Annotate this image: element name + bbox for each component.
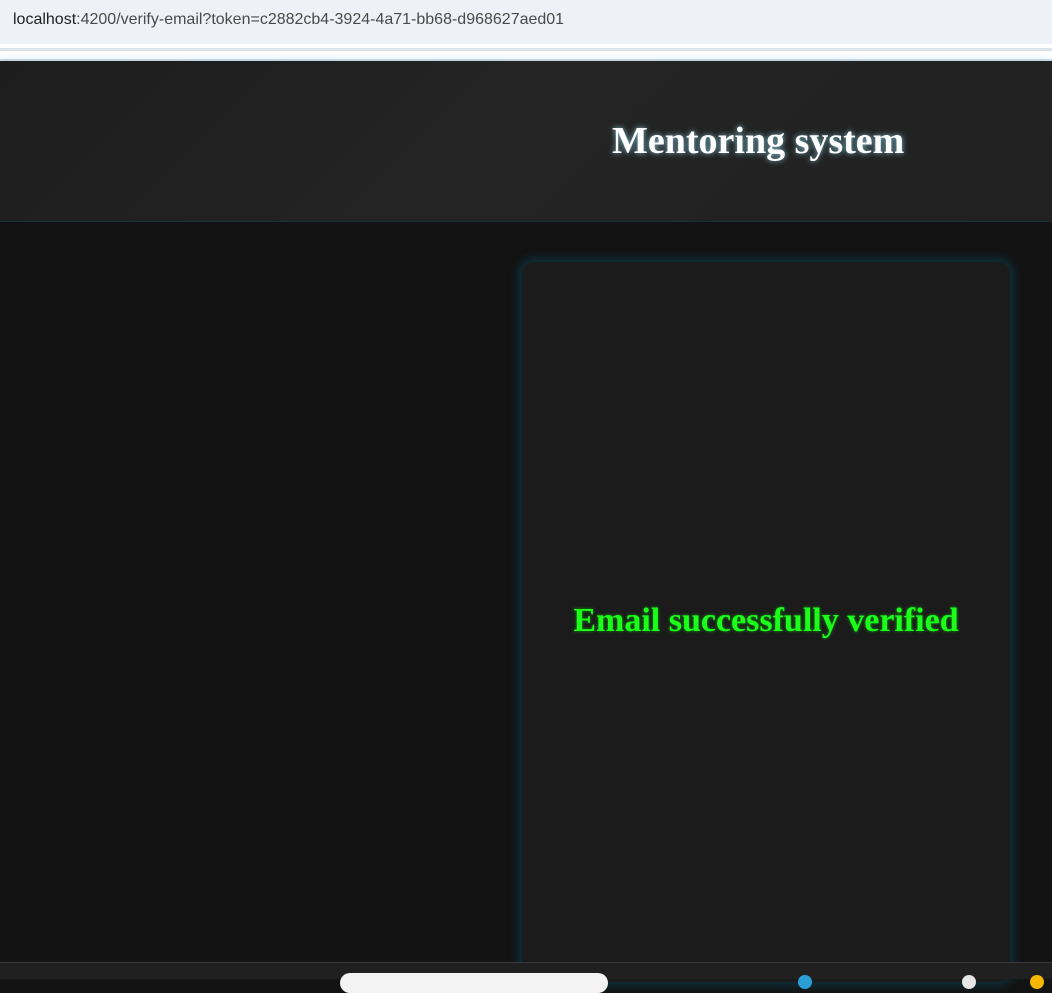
app-header: Mentoring system: [0, 61, 1052, 222]
weather-icon[interactable]: [962, 975, 976, 989]
browser-address-bar[interactable]: localhost:4200/verify-email?token=c2882c…: [0, 0, 1052, 44]
verification-message: Email successfully verified: [573, 602, 959, 639]
os-taskbar: [0, 962, 1052, 993]
url-host: localhost: [13, 11, 77, 28]
app-title: Mentoring system: [612, 120, 905, 162]
notification-icon[interactable]: [1030, 975, 1044, 989]
url-path: :4200/verify-email?token=c2882cb4-3924-4…: [76, 11, 565, 28]
verification-card: Email successfully verified: [522, 262, 1010, 982]
main-content: Email successfully verified: [0, 222, 1052, 982]
taskbar-search-box[interactable]: [340, 973, 608, 993]
edge-icon[interactable]: [798, 975, 812, 989]
url-text[interactable]: localhost:4200/verify-email?token=c2882c…: [13, 11, 564, 29]
browser-divider: [0, 48, 1052, 51]
browser-toolbar-gap: [0, 44, 1052, 60]
